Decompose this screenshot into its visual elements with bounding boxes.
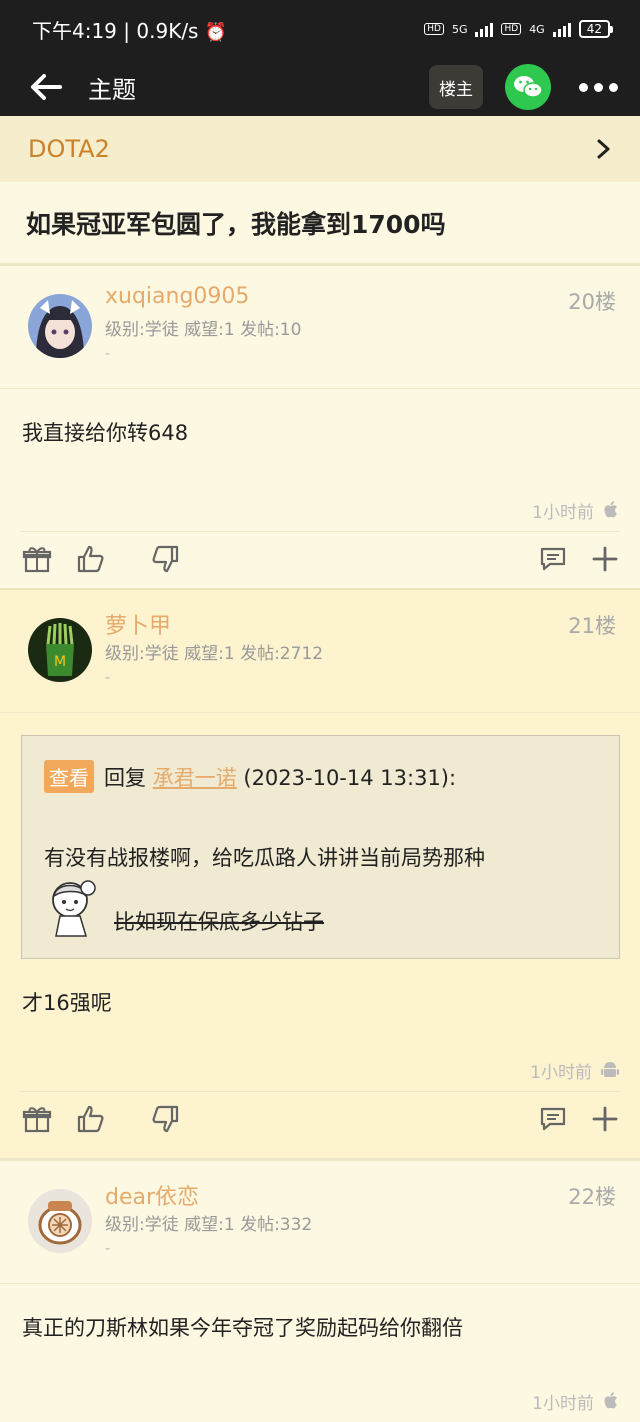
comment-button[interactable]	[538, 544, 568, 574]
username[interactable]: 萝卜甲	[105, 608, 171, 640]
post-item: dear依恋 级别:学徒 威望:1 发帖:332 - 22楼 真正的刀斯林如果今…	[0, 1158, 640, 1422]
reply-username-link[interactable]: 承君一诺	[153, 766, 237, 790]
avatar[interactable]	[28, 294, 92, 358]
floor-number: 21楼	[568, 614, 616, 638]
avatar[interactable]	[28, 1189, 92, 1253]
post-header: M 萝卜甲 级别:学徒 威望:1 发帖:2712 - 21楼	[0, 590, 640, 713]
android-icon	[601, 1062, 619, 1077]
plus-button[interactable]	[590, 1104, 620, 1134]
more-menu-button[interactable]	[579, 82, 618, 92]
status-right: HD 5G HD 4G 42	[424, 20, 614, 38]
sticker-icon	[52, 880, 96, 937]
user-meta: 级别:学徒 威望:1 发帖:2712	[105, 644, 324, 664]
apple-icon	[604, 501, 617, 518]
status-time: 下午4:19	[32, 18, 117, 43]
quote-text: 有没有战报楼啊，给吃瓜路人讲讲当前局势那种	[44, 846, 485, 870]
post-time: 1小时前	[532, 1393, 594, 1414]
avatar[interactable]: M	[28, 618, 92, 682]
floor-number: 22楼	[568, 1185, 616, 1209]
hd-icon: HD	[501, 23, 522, 35]
network-4g: 4G	[529, 22, 545, 36]
post-header: dear依恋 级别:学徒 威望:1 发帖:332 - 22楼	[0, 1161, 640, 1284]
username[interactable]: dear依恋	[105, 1179, 199, 1211]
battery-icon: 42	[578, 20, 614, 38]
gift-button[interactable]	[22, 1104, 52, 1134]
post-time: 1小时前	[530, 1062, 592, 1083]
user-signature: -	[105, 668, 111, 686]
post-content: 真正的刀斯林如果今年夺冠了奖励起码给你翻倍	[22, 1316, 463, 1340]
post-actions	[20, 1091, 620, 1148]
post-actions	[20, 531, 620, 588]
wechat-share-button[interactable]	[505, 64, 551, 110]
floor-number: 20楼	[568, 290, 616, 314]
back-button[interactable]	[30, 67, 70, 107]
apple-icon	[604, 1392, 617, 1409]
alarm-icon: ⏰	[204, 21, 228, 43]
reply-header: 回复 承君一诺 (2023-10-14 13:31):	[104, 762, 456, 792]
gift-button[interactable]	[22, 544, 52, 574]
status-separator: |	[123, 18, 137, 43]
reply-time: (2023-10-14 13:31):	[243, 766, 457, 790]
avatar-image: M	[28, 618, 92, 682]
username[interactable]: xuqiang0905	[105, 284, 249, 309]
post-content: 我直接给你转648	[22, 421, 189, 445]
owner-only-button[interactable]: 楼主	[429, 65, 483, 109]
post-header: xuqiang0905 级别:学徒 威望:1 发帖:10 - 20楼	[0, 266, 640, 389]
post-footer: 1小时前	[0, 1049, 640, 1091]
board-name: DOTA2	[28, 135, 110, 163]
status-bar: 下午4:19 | 0.9K/s ⏰ HD 5G HD 4G 42	[0, 0, 640, 58]
avatar-image	[28, 294, 92, 358]
wechat-icon	[514, 76, 543, 98]
user-signature: -	[105, 344, 111, 362]
post-time: 1小时前	[532, 502, 594, 523]
post-footer: 1小时前	[0, 489, 640, 531]
thumbs-up-button[interactable]	[76, 544, 106, 574]
svg-text:M: M	[54, 654, 66, 670]
post-content: 才16强呢	[0, 959, 640, 1049]
thumbs-down-button[interactable]	[150, 544, 180, 574]
status-left: 下午4:19 | 0.9K/s ⏰	[32, 15, 227, 44]
view-quote-button[interactable]: 查看	[44, 760, 94, 793]
comment-button[interactable]	[538, 1104, 568, 1134]
app-bar: 主题 楼主	[0, 58, 640, 116]
signal-icon	[475, 21, 494, 37]
page-title: 主题	[88, 75, 136, 104]
avatar-image	[28, 1189, 92, 1253]
status-speed: 0.9K/s	[136, 18, 199, 43]
arrow-left-icon	[31, 74, 62, 100]
thread-title: 如果冠亚军包圆了，我能拿到1700吗	[0, 182, 640, 266]
network-5g: 5G	[451, 22, 468, 36]
post-item: xuqiang0905 级别:学徒 威望:1 发帖:10 - 20楼 我直接给你…	[0, 266, 640, 588]
reply-label: 回复	[104, 766, 146, 790]
quote-text: 比如现在保底多少钻子	[114, 910, 324, 934]
post-footer: 1小时前	[0, 1380, 640, 1422]
plus-button[interactable]	[590, 544, 620, 574]
thumbs-down-button[interactable]	[150, 1104, 180, 1134]
quoted-reply: 查看 回复 承君一诺 (2023-10-14 13:31): 有没有战报楼啊，给…	[21, 735, 620, 959]
user-meta: 级别:学徒 威望:1 发帖:332	[105, 1215, 313, 1235]
chevron-right-icon	[597, 139, 610, 159]
user-meta: 级别:学徒 威望:1 发帖:10	[105, 320, 302, 340]
user-signature: -	[105, 1239, 111, 1257]
signal-icon	[552, 21, 571, 37]
appbar-actions: 楼主	[429, 58, 618, 116]
hd-icon: HD	[424, 23, 444, 35]
board-link[interactable]: DOTA2	[0, 116, 640, 182]
post-item: M 萝卜甲 级别:学徒 威望:1 发帖:2712 - 21楼 查看 回复 承君一…	[0, 588, 640, 1158]
thumbs-up-button[interactable]	[76, 1104, 106, 1134]
